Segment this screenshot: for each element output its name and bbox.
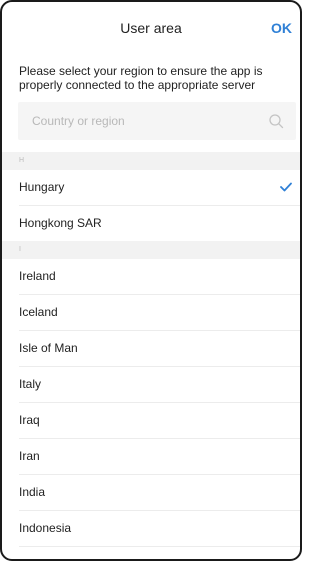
list-item-india[interactable]: India [19, 475, 300, 511]
region-list: H Hungary Hongkong SAR I Ireland Iceland… [2, 152, 300, 547]
search-icon[interactable] [268, 113, 284, 129]
section-header-h: H [2, 152, 300, 170]
region-name: Iceland [19, 305, 58, 319]
header: User area OK [2, 2, 300, 54]
region-name: Iraq [19, 413, 40, 427]
checkmark-icon [280, 182, 292, 192]
search-box[interactable] [18, 102, 296, 140]
list-item-isle-of-man[interactable]: Isle of Man [19, 331, 300, 367]
region-name: Hongkong SAR [19, 216, 102, 230]
region-name: Ireland [19, 269, 56, 283]
region-name: India [19, 485, 46, 499]
list-item-iraq[interactable]: Iraq [19, 403, 300, 439]
region-name: Indonesia [19, 521, 72, 535]
page-title: User area [120, 20, 182, 36]
list-item-hongkong[interactable]: Hongkong SAR [19, 206, 300, 241]
list-item-hungary[interactable]: Hungary [19, 170, 300, 206]
list-item-iran[interactable]: Iran [19, 439, 300, 475]
list-item-iceland[interactable]: Iceland [19, 295, 300, 331]
list-item-italy[interactable]: Italy [19, 367, 300, 403]
region-description: Please select your region to ensure the … [19, 64, 263, 92]
region-name: Hungary [19, 180, 65, 194]
app-frame: User area OK Please select your region t… [0, 0, 302, 561]
region-name: Isle of Man [19, 341, 78, 355]
list-item-indonesia[interactable]: Indonesia [19, 511, 300, 547]
list-item-ireland[interactable]: Ireland [19, 259, 300, 295]
region-name: Italy [19, 377, 42, 391]
ok-button[interactable]: OK [271, 20, 292, 36]
search-input[interactable] [18, 102, 272, 140]
section-header-i: I [2, 241, 300, 259]
region-name: Iran [19, 449, 40, 463]
